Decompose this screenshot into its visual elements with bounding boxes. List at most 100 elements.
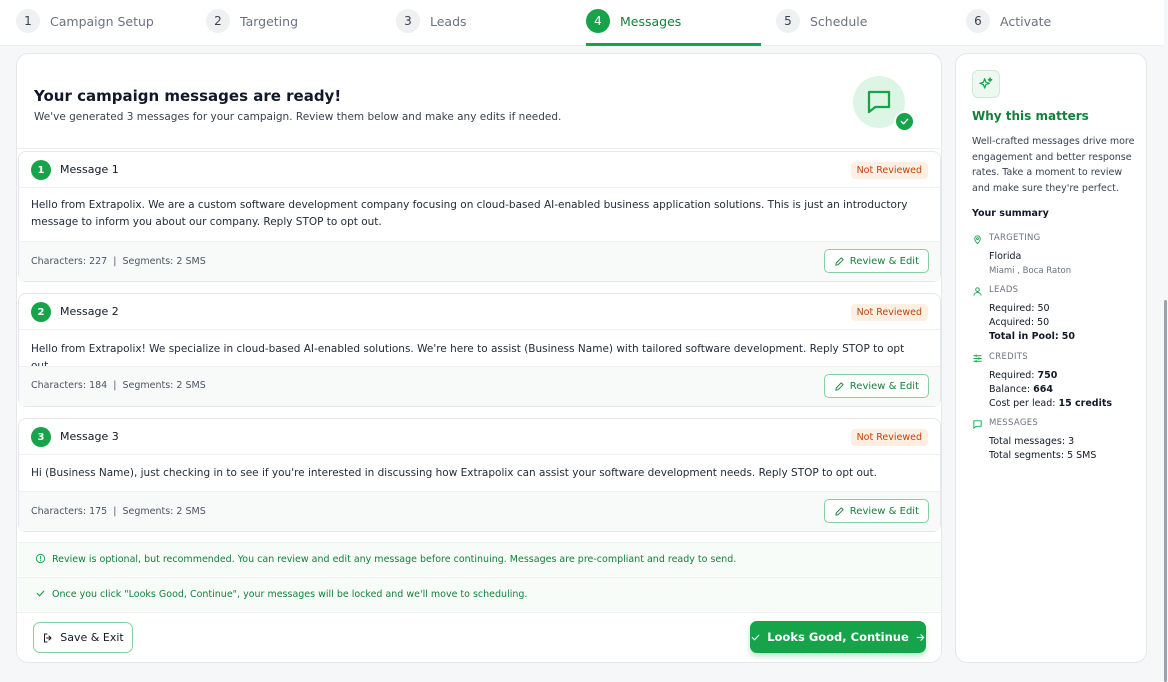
check-circle-icon xyxy=(894,111,915,132)
progress-stepper: 1 Campaign Setup 2 Targeting 3 Leads 4 M… xyxy=(0,0,1164,46)
lock-note-text: Once you click "Looks Good, Continue", y… xyxy=(52,589,528,600)
save-exit-label: Save & Exit xyxy=(60,631,124,644)
summary-credits: CREDITS Required: 750 Balance: 664 Cost … xyxy=(972,351,1142,411)
summary-targeting: TARGETING Florida Miami , Boca Raton xyxy=(972,232,1142,278)
credits-required-value: 750 xyxy=(1037,370,1058,381)
hero-header: Your campaign messages are ready! We've … xyxy=(17,54,941,149)
pencil-icon xyxy=(835,381,844,391)
message-meta: Characters: 227 | Segments: 2 SMS xyxy=(31,256,206,267)
message-number: 3 xyxy=(31,427,51,447)
step-number: 1 xyxy=(16,9,40,33)
page-scrollbar[interactable] xyxy=(1164,300,1167,682)
map-pin-icon xyxy=(974,235,981,245)
message-footer: Characters: 175 | Segments: 2 SMS Review… xyxy=(19,491,940,531)
review-edit-label: Review & Edit xyxy=(849,380,919,392)
messages-panel: Your campaign messages are ready! We've … xyxy=(16,53,942,663)
step-number: 6 xyxy=(966,9,990,33)
message-title: Message 3 xyxy=(60,430,119,443)
credits-balance-label: Balance: xyxy=(989,384,1031,395)
message-card-3: 3 Message 3 Not Reviewed Hi (Business Na… xyxy=(18,418,941,532)
credits-cost-value: 15 credits xyxy=(1058,398,1113,409)
info-circle-icon xyxy=(35,553,46,564)
messages-segments-value: 5 SMS xyxy=(1067,450,1097,461)
arrow-right-icon xyxy=(916,633,925,641)
message-title: Message 1 xyxy=(60,163,119,176)
leads-pool-value: 50 xyxy=(1061,331,1075,342)
step-label: Schedule xyxy=(810,13,868,29)
review-note: Review is optional, but recommended. You… xyxy=(18,542,941,576)
step-label: Activate xyxy=(1000,13,1052,29)
message-card-1: 1 Message 1 Not Reviewed Hello from Extr… xyxy=(18,151,941,282)
targeting-cities: Miami , Boca Raton xyxy=(989,266,1072,276)
step-number: 5 xyxy=(776,9,800,33)
exit-icon xyxy=(44,633,52,642)
review-edit-label: Review & Edit xyxy=(849,255,919,267)
review-edit-label: Review & Edit xyxy=(849,505,919,517)
credits-heading: CREDITS xyxy=(989,352,1028,362)
step-number: 3 xyxy=(396,9,420,33)
targeting-state: Florida xyxy=(989,251,1022,262)
leads-pool-label: Total in Pool: xyxy=(989,331,1059,342)
message-footer: Characters: 184 | Segments: 2 SMS Review… xyxy=(19,366,940,406)
step-number: 2 xyxy=(206,9,230,33)
summary-title: Your summary xyxy=(972,208,1049,219)
message-footer: Characters: 227 | Segments: 2 SMS Review… xyxy=(19,241,940,281)
review-edit-button[interactable]: Review & Edit xyxy=(823,249,929,273)
message-number: 2 xyxy=(31,302,51,322)
action-footer: Save & Exit Looks Good, Continue xyxy=(17,612,941,662)
step-label: Leads xyxy=(430,13,467,29)
messages-total-value: 3 xyxy=(1068,436,1075,447)
message-header: 3 Message 3 Not Reviewed xyxy=(19,419,940,455)
check-icon xyxy=(36,590,45,597)
page-subtitle: We've generated 3 messages for your camp… xyxy=(34,111,562,123)
user-icon xyxy=(973,287,982,296)
messages-segments-label: Total segments: xyxy=(989,450,1065,461)
message-meta: Characters: 175 | Segments: 2 SMS xyxy=(31,506,206,517)
summary-messages: MESSAGES Total messages: 3 Total segment… xyxy=(972,417,1142,463)
message-header: 2 Message 2 Not Reviewed xyxy=(19,294,940,330)
sidebar-title: Why this matters xyxy=(972,109,1089,123)
step-messages[interactable]: 4 Messages xyxy=(586,9,681,33)
credits-cost-label: Cost per lead: xyxy=(989,398,1056,409)
pencil-icon xyxy=(835,506,844,516)
leads-heading: LEADS xyxy=(989,285,1019,295)
review-note-text: Review is optional, but recommended. You… xyxy=(52,554,737,565)
message-square-icon xyxy=(973,420,982,429)
review-edit-button[interactable]: Review & Edit xyxy=(823,374,929,398)
step-campaign-setup[interactable]: 1 Campaign Setup xyxy=(16,9,154,33)
leads-required-value: 50 xyxy=(1037,303,1050,314)
step-label: Messages xyxy=(620,13,682,29)
sparkles-icon xyxy=(972,70,1000,98)
status-badge: Not Reviewed xyxy=(850,162,928,179)
step-targeting[interactable]: 2 Targeting xyxy=(206,9,298,33)
messages-heading: MESSAGES xyxy=(989,418,1039,428)
message-body: Hello from Extrapolix. We are a custom s… xyxy=(31,199,908,228)
leads-acquired-value: 50 xyxy=(1037,317,1050,328)
check-icon xyxy=(751,634,760,640)
continue-button[interactable]: Looks Good, Continue xyxy=(750,621,926,653)
review-edit-button[interactable]: Review & Edit xyxy=(823,499,929,523)
message-card-2: 2 Message 2 Not Reviewed Hello from Extr… xyxy=(18,293,941,407)
lock-note: Once you click "Looks Good, Continue", y… xyxy=(18,577,941,611)
message-body: Hi (Business Name), just checking in to … xyxy=(31,467,877,479)
leads-required-label: Required: xyxy=(989,303,1035,314)
message-title: Message 2 xyxy=(60,305,119,318)
credits-required-label: Required: xyxy=(989,370,1035,381)
active-step-indicator xyxy=(586,43,761,46)
page-title: Your campaign messages are ready! xyxy=(34,87,342,105)
credits-balance-value: 664 xyxy=(1033,384,1053,395)
status-badge: Not Reviewed xyxy=(850,429,928,446)
pencil-icon xyxy=(835,256,844,266)
step-label: Campaign Setup xyxy=(50,13,154,29)
summary-leads: LEADS Required: 50 Acquired: 50 Total in… xyxy=(972,284,1142,344)
continue-label: Looks Good, Continue xyxy=(767,630,909,644)
step-schedule[interactable]: 5 Schedule xyxy=(776,9,867,33)
messages-total-label: Total messages: xyxy=(989,436,1066,447)
step-activate[interactable]: 6 Activate xyxy=(966,9,1051,33)
save-exit-button[interactable]: Save & Exit xyxy=(33,622,133,653)
message-number: 1 xyxy=(31,160,51,180)
step-number: 4 xyxy=(586,9,610,33)
step-leads[interactable]: 3 Leads xyxy=(396,9,467,33)
message-meta: Characters: 184 | Segments: 2 SMS xyxy=(31,380,206,391)
leads-acquired-label: Acquired: xyxy=(989,317,1035,328)
